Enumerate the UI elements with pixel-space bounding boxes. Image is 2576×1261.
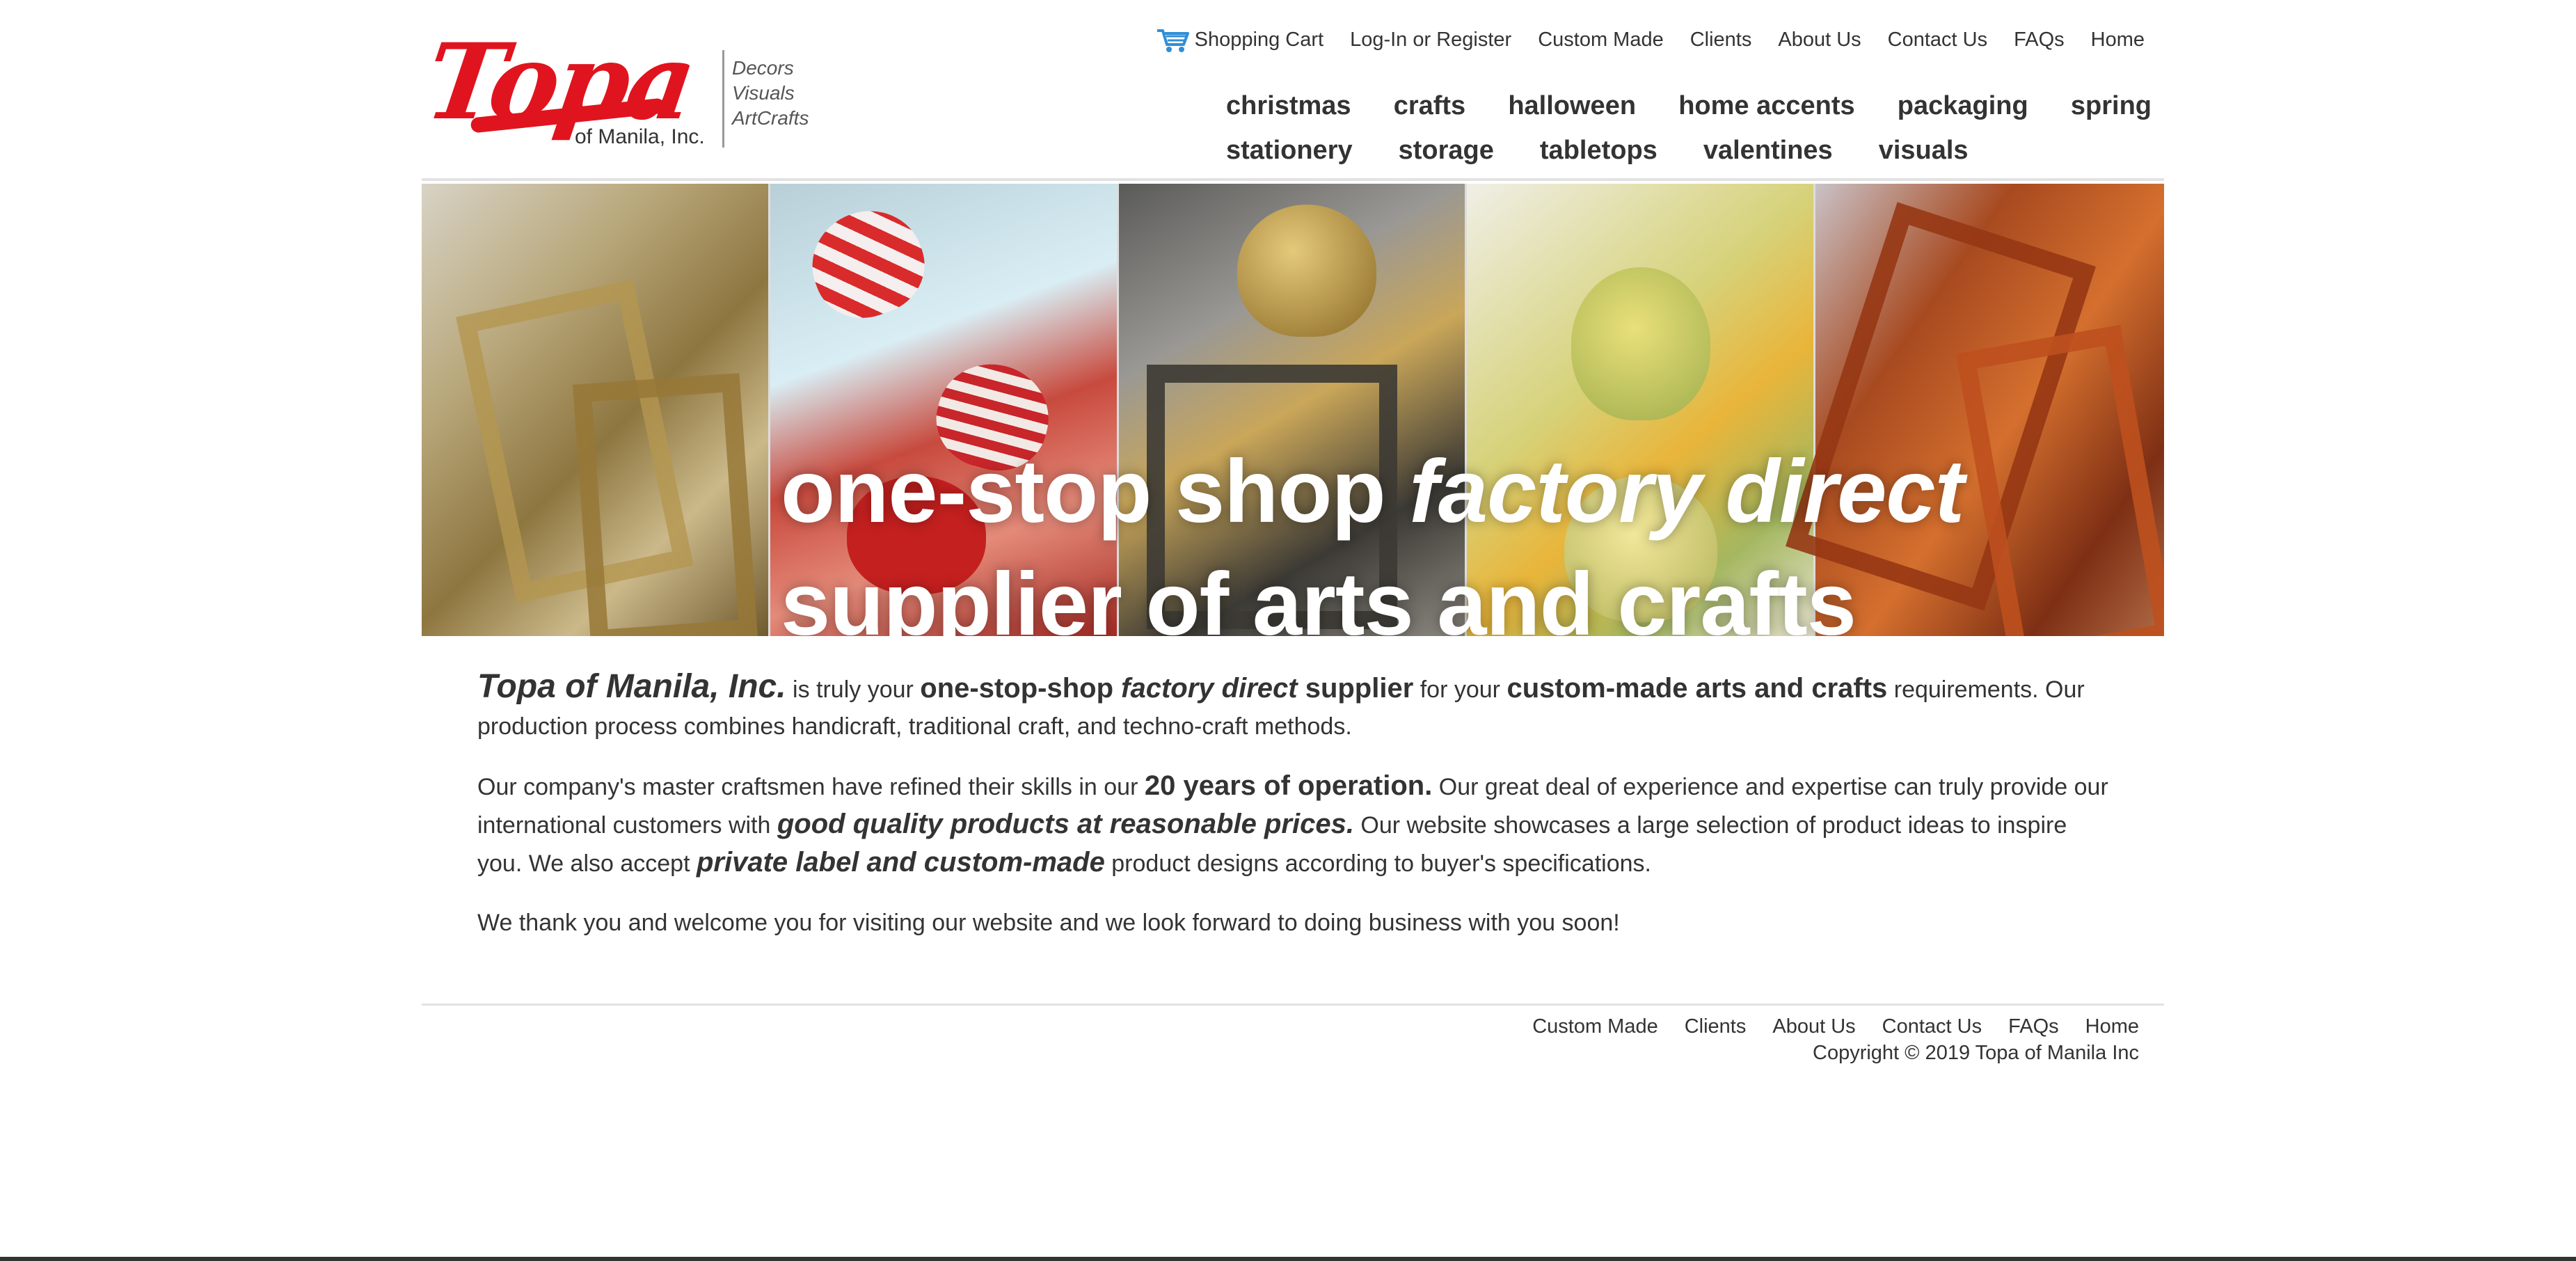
banner-heart-plaid [1571,267,1711,420]
banner-headline-line-2: supplier of arts and crafts [781,555,1857,636]
site-header: Topa of Manila, Inc. Decors Visuals ArtC… [419,0,2164,181]
category-packaging[interactable]: packaging [1898,91,2028,121]
text-span: is truly your [786,676,921,703]
emphasis-20-years: 20 years of operation. [1144,770,1433,801]
intro-paragraph-3: We thank you and welcome you for visitin… [477,910,1620,936]
footer-faqs-link[interactable]: FAQs [2008,1015,2059,1038]
home-link[interactable]: Home [2091,29,2145,51]
text-span: for your [1413,676,1507,703]
banner-headline-line-1: one-stop shop factory direct [781,436,1964,548]
emphasis-good-quality: good quality products at reasonable pric… [777,809,1354,839]
footer-home-link[interactable]: Home [2085,1015,2139,1038]
logo-tag-visuals: Visuals [732,82,795,104]
banner-headline: one-stop shop factory direct supplier of… [781,436,1964,636]
logo-divider [722,50,724,148]
category-crafts[interactable]: crafts [1394,91,1466,121]
about-us-link[interactable]: About Us [1778,29,1861,51]
text-span: Our company's master craftsmen have refi… [477,774,1145,800]
footer-contact-us-link[interactable]: Contact Us [1882,1015,1982,1038]
hero-banner: one-stop shop factory direct supplier of… [422,184,2164,636]
banner-panel-gold-frames [422,184,770,636]
category-row-1: christmas crafts halloween home accents … [1226,84,2152,128]
page: Topa of Manila, Inc. Decors Visuals ArtC… [0,0,2576,1261]
emphasis-factory-direct: factory direct [1121,673,1298,704]
top-navigation: Shopping Cart Log-In or Register Custom … [1156,26,2145,53]
site-container: Topa of Manila, Inc. Decors Visuals ArtC… [419,0,2164,1064]
category-valentines[interactable]: valentines [1703,136,1833,166]
category-spring[interactable]: spring [2071,91,2152,121]
site-logo[interactable]: Topa of Manila, Inc. Decors Visuals ArtC… [419,14,825,174]
faqs-link[interactable]: FAQs [2014,29,2065,51]
category-visuals[interactable]: visuals [1879,136,1969,166]
banner-frame-shape [573,373,758,636]
footer-about-us-link[interactable]: About Us [1772,1015,1855,1038]
contact-us-link[interactable]: Contact Us [1888,29,1987,51]
category-navigation: christmas crafts halloween home accents … [1226,84,2152,173]
text-span: product designs according to buyer's spe… [1104,850,1651,877]
banner-heart-checked [797,196,938,332]
banner-text-one-stop: one-stop shop [781,442,1410,541]
category-tabletops[interactable]: tabletops [1540,136,1657,166]
logo-tagline: Decors Visuals ArtCrafts [732,56,809,131]
logo-subtitle: of Manila, Inc. [575,125,705,148]
shopping-cart-icon [1156,26,1191,53]
emphasis-private-label: private label and custom-made [696,847,1105,878]
banner-text-factory-direct: factory direct [1409,442,1964,541]
intro-paragraph-1: Topa of Manila, Inc. is truly your one-s… [477,668,2110,745]
banner-heart-gold [1237,205,1376,337]
logo-tag-decors: Decors [732,57,794,79]
custom-made-link[interactable]: Custom Made [1538,29,1664,51]
category-stationery[interactable]: stationery [1226,136,1353,166]
intro-paragraph-2: Our company's master craftsmen have refi… [477,768,2110,882]
category-storage[interactable]: storage [1399,136,1494,166]
category-christmas[interactable]: christmas [1226,91,1351,121]
footer-custom-made-link[interactable]: Custom Made [1532,1015,1658,1038]
emphasis-custom-made: custom-made arts and crafts [1506,673,1888,704]
site-footer: Custom Made Clients About Us Contact Us … [422,1004,2164,1064]
emphasis-one-stop-shop: one-stop-shop [920,673,1122,704]
shopping-cart-label: Shopping Cart [1194,28,1324,51]
intro-content: Topa of Manila, Inc. is truly your one-s… [477,668,2110,964]
clients-link[interactable]: Clients [1690,29,1752,51]
copyright-text: Copyright © 2019 Topa of Manila Inc [1813,1042,2139,1064]
login-register-link[interactable]: Log-In or Register [1350,29,1511,51]
category-halloween[interactable]: halloween [1508,91,1636,121]
company-name: Topa of Manila, Inc. [477,668,786,705]
logo-tag-artcrafts: ArtCrafts [732,107,809,129]
emphasis-supplier: supplier [1297,673,1414,704]
shopping-cart-link[interactable]: Shopping Cart [1156,26,1323,53]
category-home-accents[interactable]: home accents [1678,91,1854,121]
category-row-2: stationery storage tabletops valentines … [1226,128,2152,173]
footer-clients-link[interactable]: Clients [1685,1015,1747,1038]
footer-navigation: Custom Made Clients About Us Contact Us … [1532,1015,2139,1038]
bottom-bar [0,1257,2576,1261]
